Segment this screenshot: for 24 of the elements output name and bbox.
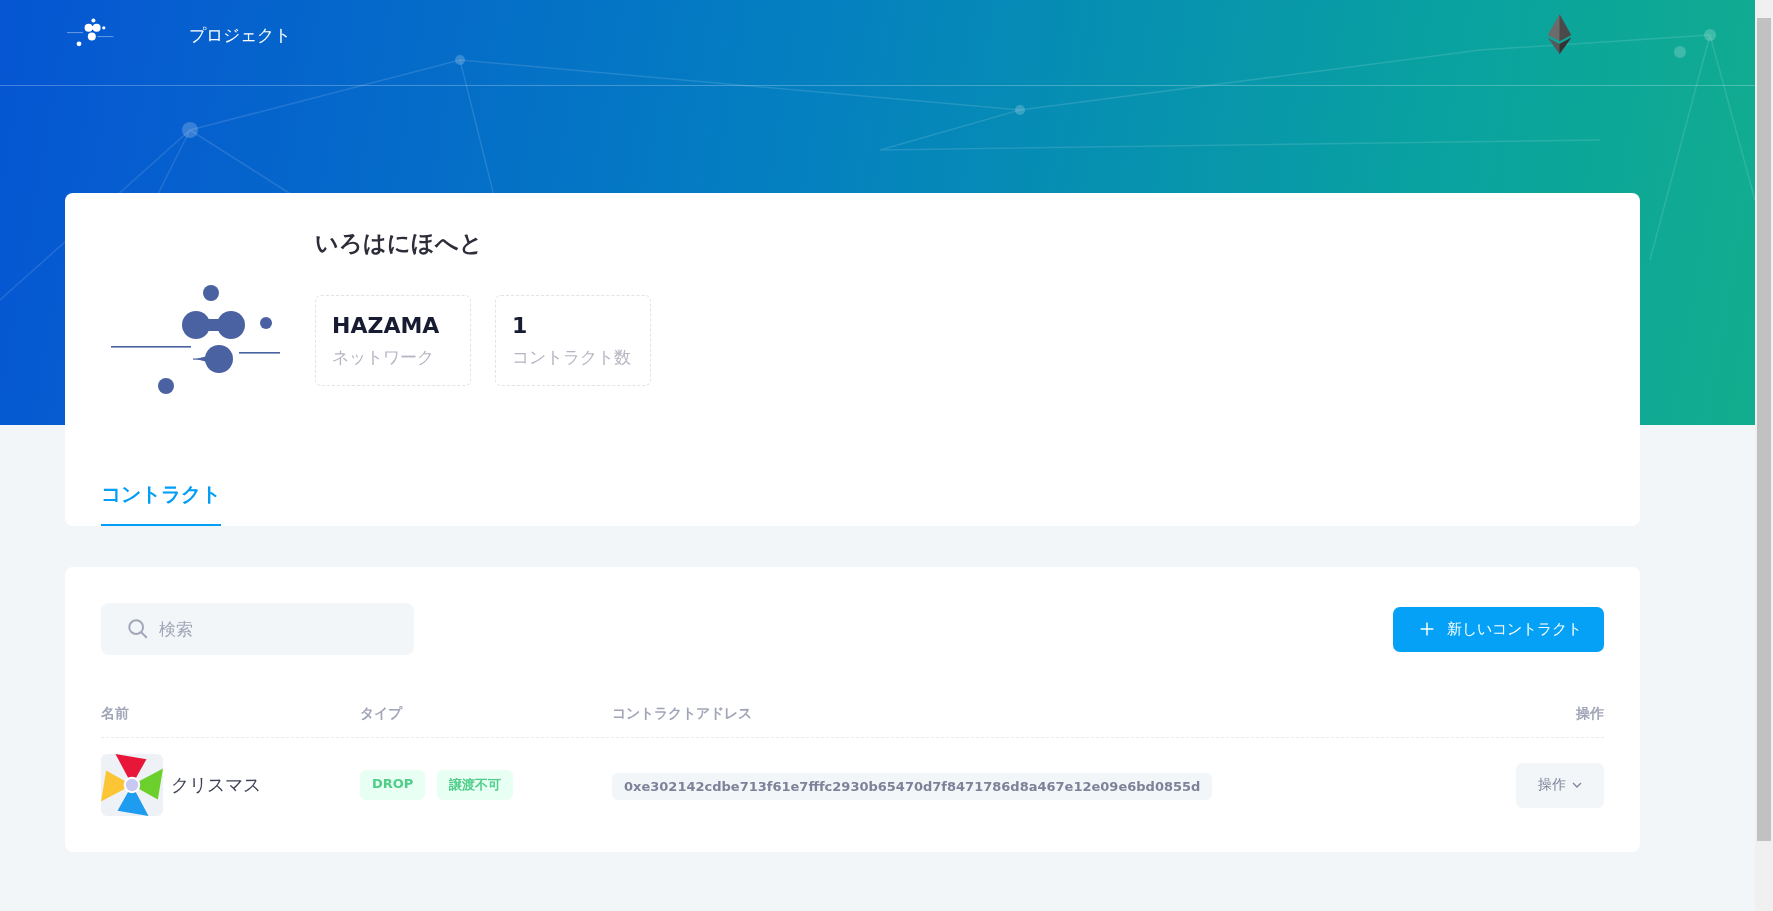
stat-label: コントラクト数 bbox=[512, 346, 632, 369]
plus-icon bbox=[1419, 621, 1435, 637]
new-contract-button[interactable]: 新しいコントラクト bbox=[1393, 606, 1604, 652]
search-icon bbox=[127, 618, 149, 640]
column-header: タイプ bbox=[360, 705, 404, 723]
type-tag: 譲渡不可 bbox=[437, 770, 514, 800]
column-header: 操作 bbox=[1576, 705, 1604, 723]
stat-label: ネットワーク bbox=[332, 346, 435, 369]
ethereum-diamond-icon[interactable] bbox=[1546, 13, 1573, 57]
caret-icon bbox=[1572, 782, 1582, 788]
column-header: コントラクトアドレス bbox=[612, 705, 753, 723]
stat-value: HAZAMA bbox=[332, 313, 441, 338]
pinwheel-icon bbox=[101, 754, 163, 816]
type-tag: DROP bbox=[360, 770, 426, 800]
nav-link[interactable]: プロジェクト bbox=[189, 23, 291, 47]
project-name: いろはにほへと bbox=[315, 229, 484, 258]
tab[interactable]: コントラクト bbox=[101, 481, 221, 526]
stat-value: 1 bbox=[512, 313, 529, 338]
contract-address: 0xe302142cdbe713f61e7fffc2930b65470d7f8471786d8a467e12e09e6bd0855d bbox=[612, 772, 1213, 800]
contract-name: クリスマス bbox=[171, 773, 261, 797]
search-field[interactable]: 検索 bbox=[101, 603, 414, 655]
action-dropdown-button[interactable]: 操作 bbox=[1516, 762, 1604, 808]
column-header: 名前 bbox=[101, 705, 130, 723]
scrollbar[interactable] bbox=[1755, 0, 1773, 911]
